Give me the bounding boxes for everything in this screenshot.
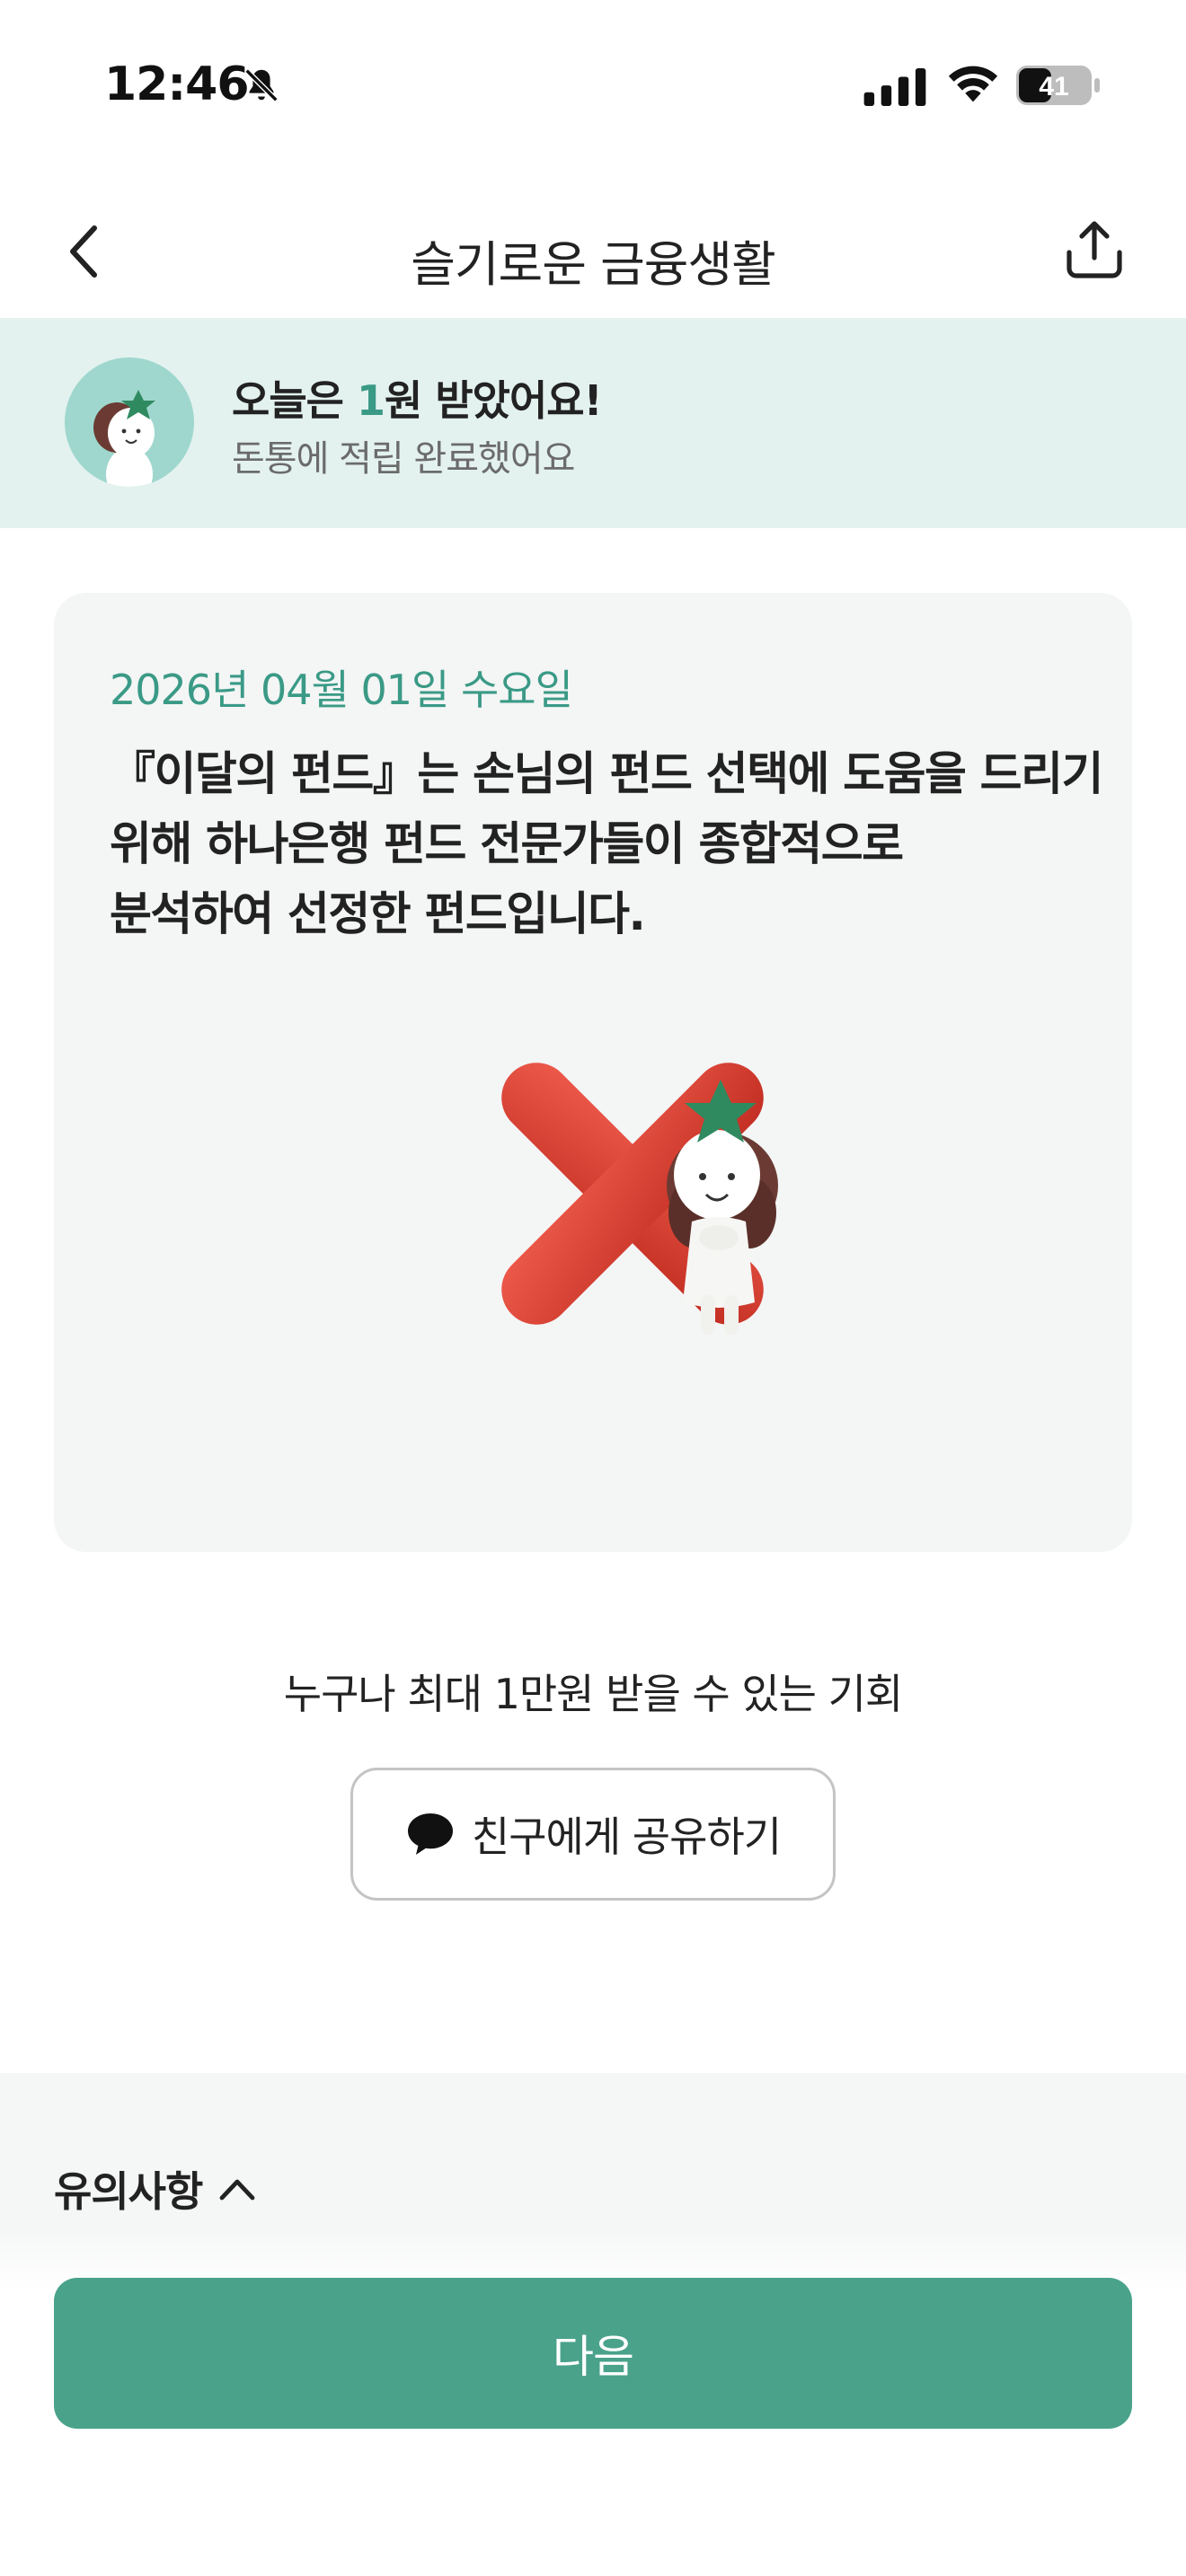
banner-subtitle: 돈통에 적립 완료했어요 <box>232 438 575 480</box>
share-with-friends-label: 친구에게 공유하기 <box>471 1813 782 1861</box>
opportunity-text: 누구나 최대 1만원 받을 수 있는 기회 <box>283 1670 903 1718</box>
quiz-description-line: 위해 하나은행 펀드 전문가들이 종합적으로 <box>110 818 904 871</box>
notice-label: 유의사항 <box>54 2167 203 2216</box>
quiz-description-line: 『이달의 펀드』는 손님의 펀드 선택에 도움을 드리기 <box>110 748 1103 801</box>
status-time: 12:46 <box>104 57 250 111</box>
quiz-result-card: 2026년 04월 01일 수요일 『이달의 펀드』는 손님의 펀드 선택에 도… <box>54 593 1132 1552</box>
next-button[interactable]: 다음 <box>54 2278 1132 2429</box>
quiz-description: 『이달의 펀드』는 손님의 펀드 선택에 도움을 드리기 위해 하나은행 펀드 … <box>110 740 1103 950</box>
page-title: 슬기로운 금융생활 <box>411 236 776 293</box>
banner-title-prefix: 오늘은 <box>232 376 357 425</box>
wifi-icon <box>948 66 998 102</box>
page: 12:46 41 슬기로운 금융생활 오늘은 1원 받았어요! 돈통에 적립 완… <box>0 0 1186 2576</box>
chevron-up-icon <box>219 2179 255 2201</box>
mascot-avatar <box>65 357 194 487</box>
battery-level: 41 <box>1039 72 1068 101</box>
battery-icon: 41 <box>1015 65 1102 106</box>
status-bar: 12:46 41 <box>0 0 1186 171</box>
quiz-description-line: 분석하여 선정한 펀드입니다. <box>110 888 646 941</box>
share-upload-icon <box>1067 221 1122 278</box>
chat-bubble-icon <box>407 1813 453 1855</box>
banner-title: 오늘은 1원 받았어요! <box>232 368 603 428</box>
red-x-incorrect-icon <box>501 1063 778 1335</box>
notice-toggle[interactable]: 유의사항 <box>54 2159 256 2219</box>
quiz-date: 2026년 04월 01일 수요일 <box>110 666 573 714</box>
banner-title-suffix: 원 받았어요! <box>385 376 603 425</box>
navigation-header: 슬기로운 금융생활 <box>0 189 1186 314</box>
share-button[interactable] <box>1058 210 1130 291</box>
banner-amount: 1 <box>356 376 385 425</box>
share-with-friends-button[interactable]: 친구에게 공유하기 <box>350 1768 836 1901</box>
reward-banner: 오늘은 1원 받았어요! 돈통에 적립 완료했어요 <box>0 318 1186 528</box>
bell-off-icon <box>244 68 279 102</box>
signal-icon <box>863 68 926 106</box>
